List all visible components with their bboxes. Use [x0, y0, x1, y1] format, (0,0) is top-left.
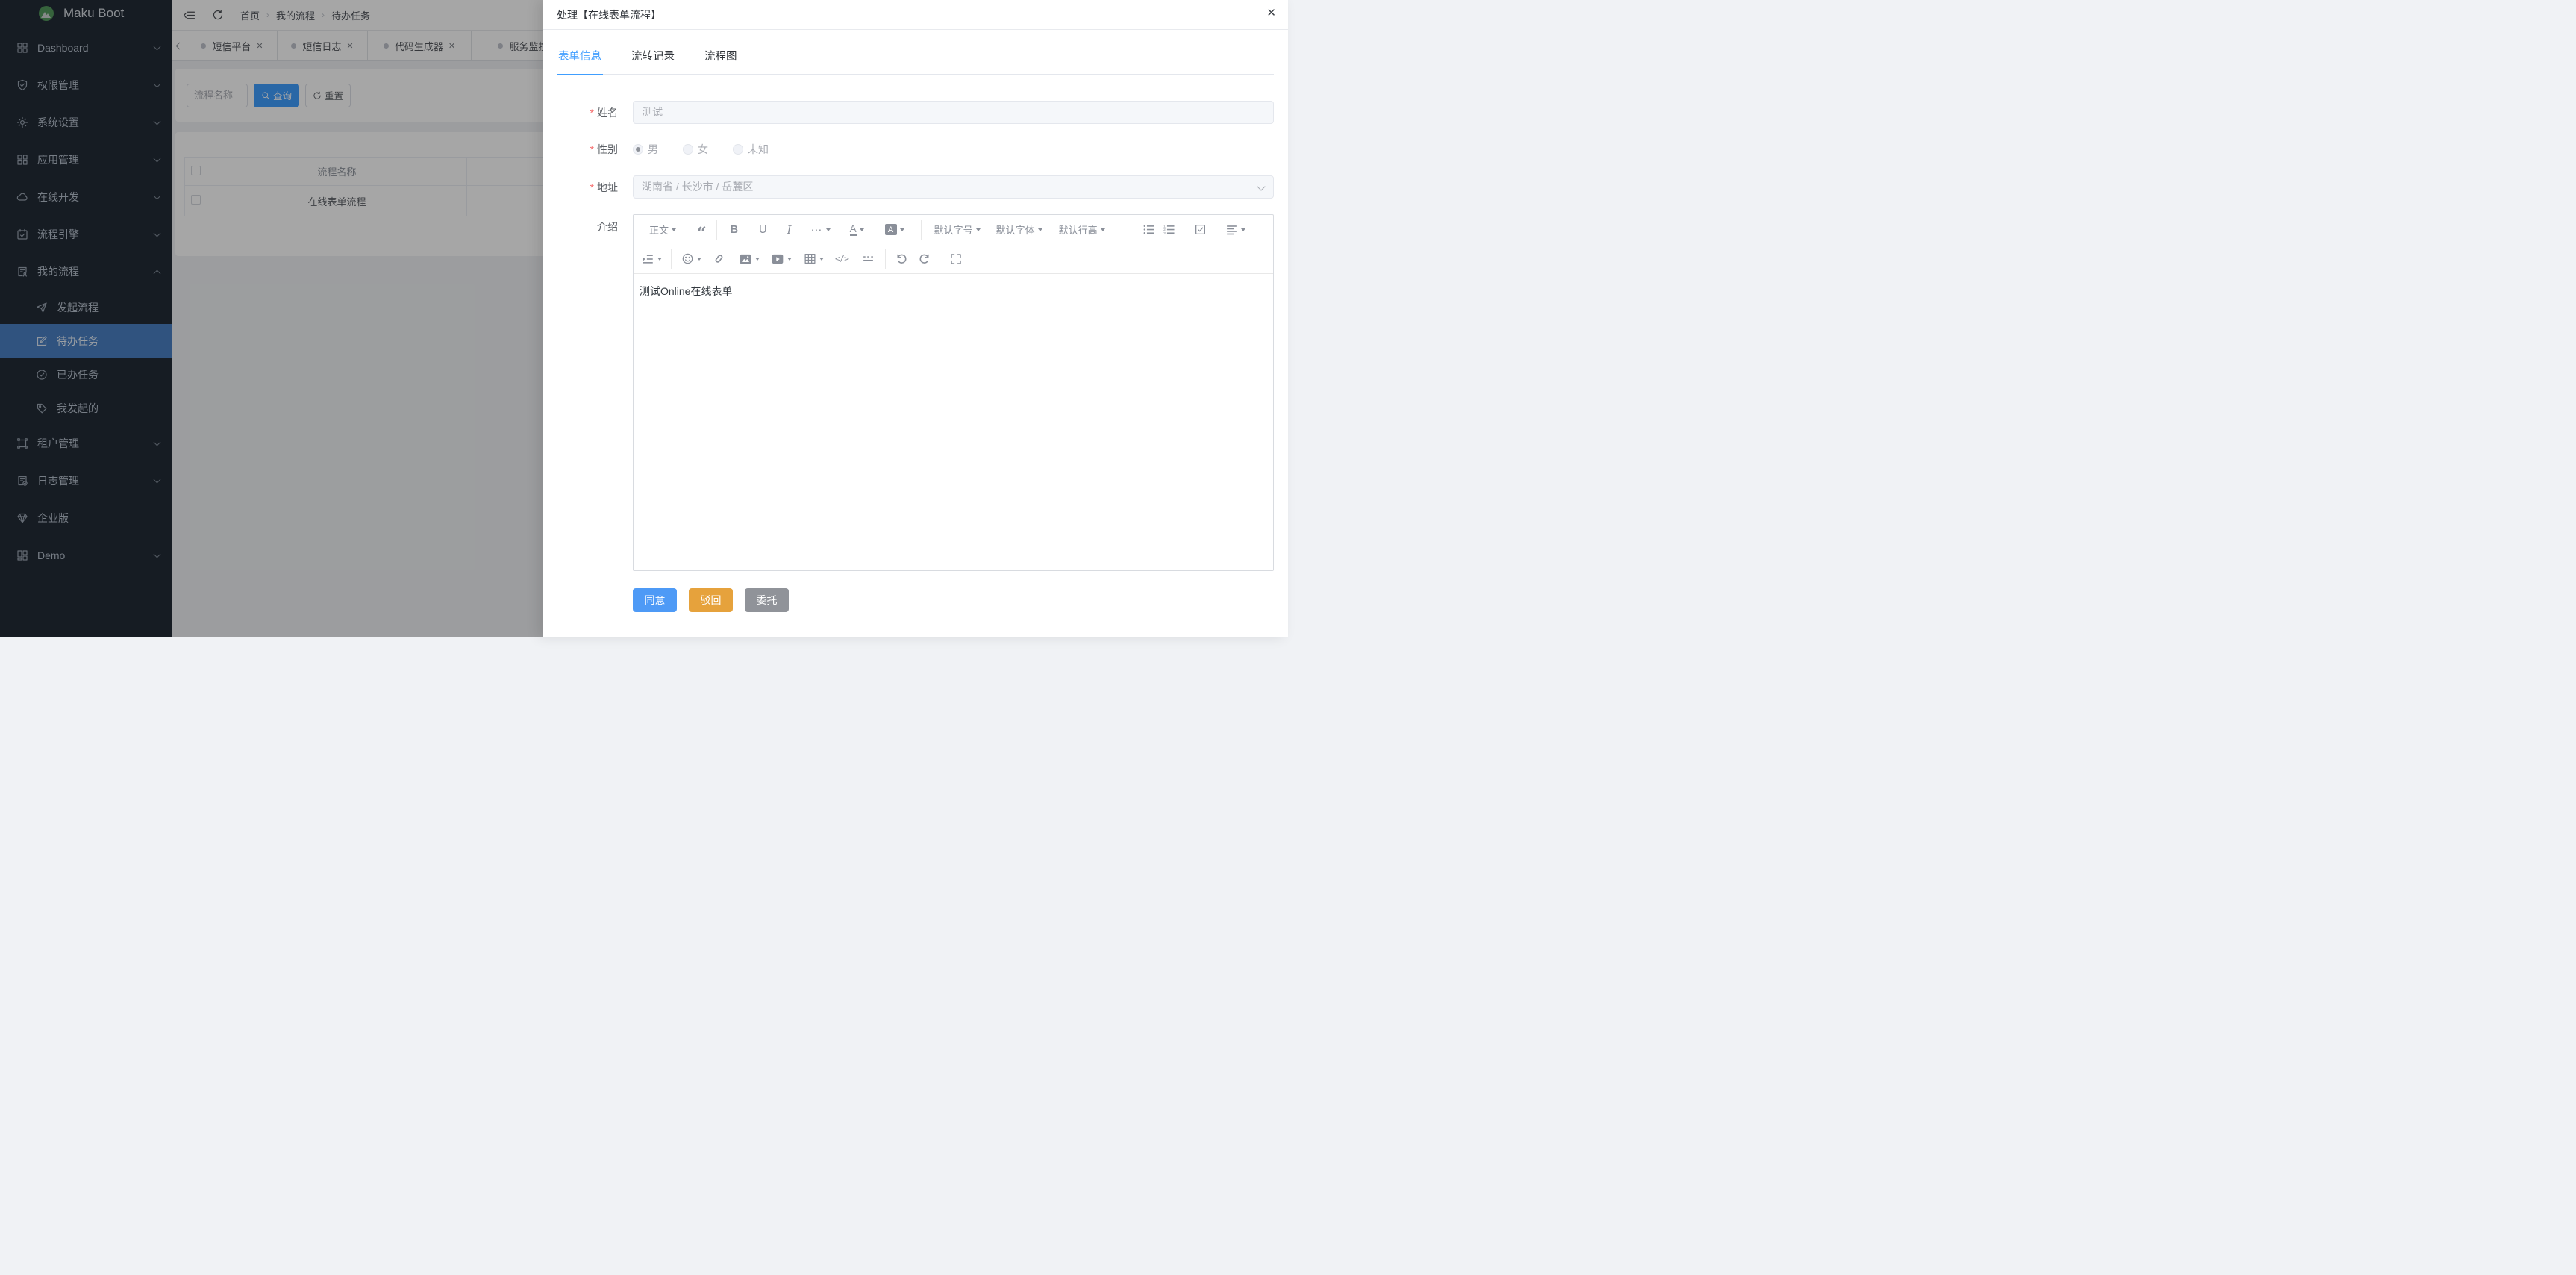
modal-overlay[interactable] — [0, 0, 543, 638]
svg-text:3: 3 — [1163, 231, 1166, 236]
form-row-gender: *性别 男 女 未知 — [543, 140, 1274, 158]
reject-button[interactable]: 驳回 — [689, 588, 733, 612]
drawer-footer: 同意 驳回 委托 — [633, 588, 1274, 612]
line-height-dropdown[interactable]: 默认行高 — [1059, 222, 1105, 237]
required-mark: * — [590, 143, 594, 155]
toolbar-separator — [921, 220, 922, 240]
bulleted-list-icon[interactable] — [1142, 223, 1155, 236]
radio-unknown[interactable]: 未知 — [733, 142, 769, 157]
radio-male[interactable]: 男 — [633, 142, 658, 157]
code-block-icon[interactable]: </> — [835, 254, 848, 264]
numbered-list-icon[interactable]: 123 — [1163, 223, 1175, 236]
gender-radio-group: 男 女 未知 — [633, 142, 793, 157]
drawer-header: 处理【在线表单流程】 ✕ — [543, 0, 1288, 30]
quote-icon[interactable]: “ — [697, 222, 707, 237]
font-color-dropdown[interactable]: A — [850, 224, 864, 236]
link-icon[interactable] — [713, 252, 725, 265]
drawer-title: 处理【在线表单流程】 — [557, 7, 661, 22]
drawer-form: *姓名 测试 *性别 男 女 未知 *地址 — [543, 101, 1274, 612]
approve-button[interactable]: 同意 — [633, 588, 677, 612]
toolbar-separator — [671, 249, 672, 269]
todo-list-icon[interactable] — [1194, 223, 1207, 236]
required-mark: * — [590, 107, 594, 119]
editor-toolbar-row-2: </> — [634, 244, 1273, 274]
editor-content[interactable]: 测试Online在线表单 — [634, 274, 1273, 570]
image-dropdown[interactable] — [739, 252, 760, 266]
align-dropdown[interactable] — [1225, 223, 1245, 236]
radio-female[interactable]: 女 — [683, 142, 708, 157]
editor-toolbar-row-1: 正文 “ B U I ⋯ A A 默认字号 默认字体 默认行高 123 — [634, 215, 1273, 244]
address-select[interactable]: 湖南省 / 长沙市 / 岳麓区 — [633, 175, 1274, 199]
name-label: 姓名 — [597, 107, 618, 119]
toolbar-separator — [885, 249, 886, 269]
chevron-down-icon — [1257, 182, 1265, 190]
font-family-dropdown[interactable]: 默认字体 — [996, 222, 1042, 237]
indent-dropdown[interactable] — [641, 252, 662, 266]
emoji-dropdown[interactable] — [681, 252, 701, 265]
bold-icon[interactable]: B — [731, 224, 738, 236]
divider-icon[interactable] — [862, 252, 875, 265]
close-icon[interactable]: ✕ — [1266, 7, 1276, 19]
name-field[interactable]: 测试 — [633, 101, 1274, 124]
intro-label: 介绍 — [597, 221, 618, 233]
radio-selected-icon — [633, 144, 643, 155]
process-drawer: 处理【在线表单流程】 ✕ 表单信息 流转记录 流程图 *姓名 测试 *性别 男 … — [543, 0, 1288, 638]
font-size-dropdown[interactable]: 默认字号 — [934, 222, 981, 237]
address-label: 地址 — [597, 181, 618, 193]
required-mark: * — [590, 181, 594, 193]
radio-icon — [733, 144, 743, 155]
gender-label: 性别 — [597, 143, 618, 155]
fullscreen-icon[interactable] — [950, 253, 962, 265]
undo-icon[interactable] — [895, 252, 908, 265]
tab-flow-diagram[interactable]: 流程图 — [704, 30, 737, 74]
bg-color-dropdown[interactable]: A — [885, 224, 904, 235]
tab-form-info[interactable]: 表单信息 — [558, 30, 601, 74]
paragraph-style-dropdown[interactable]: 正文 — [649, 222, 676, 237]
toolbar-separator — [716, 220, 717, 240]
italic-icon[interactable]: I — [787, 223, 792, 237]
redo-icon[interactable] — [918, 252, 931, 265]
form-row-name: *姓名 测试 — [543, 101, 1274, 124]
rich-text-editor: 正文 “ B U I ⋯ A A 默认字号 默认字体 默认行高 123 — [633, 214, 1274, 571]
form-row-intro: 介绍 正文 “ B U I ⋯ A A 默认字号 默认字体 默认行高 — [543, 214, 1274, 571]
radio-icon — [683, 144, 693, 155]
drawer-tabs: 表单信息 流转记录 流程图 — [558, 30, 1274, 75]
delegate-button[interactable]: 委托 — [745, 588, 789, 612]
tab-flow-records[interactable]: 流转记录 — [631, 30, 675, 74]
underline-icon[interactable]: U — [759, 224, 766, 236]
video-dropdown[interactable] — [771, 252, 792, 266]
table-dropdown[interactable] — [804, 252, 824, 265]
more-styles-dropdown[interactable]: ⋯ — [811, 223, 831, 237]
form-row-address: *地址 湖南省 / 长沙市 / 岳麓区 — [543, 175, 1274, 199]
